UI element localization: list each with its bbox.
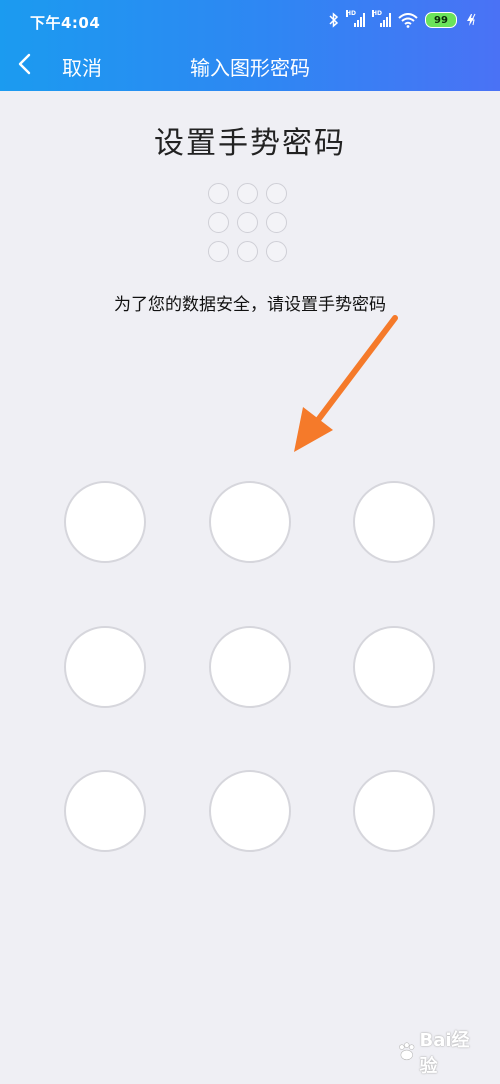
gesture-node[interactable] [64, 626, 146, 708]
gesture-node[interactable] [64, 770, 146, 852]
gesture-pad[interactable] [0, 0, 500, 1084]
paw-icon [399, 1042, 415, 1061]
gesture-node[interactable] [353, 770, 435, 852]
gesture-node[interactable] [64, 481, 146, 563]
gesture-node[interactable] [353, 626, 435, 708]
gesture-node[interactable] [209, 770, 291, 852]
gesture-node[interactable] [209, 481, 291, 563]
gesture-node[interactable] [353, 481, 435, 563]
watermark-text: Bai经验 [419, 1030, 470, 1077]
gesture-node[interactable] [209, 626, 291, 708]
watermark-logo: Bai经验 [396, 1030, 486, 1077]
